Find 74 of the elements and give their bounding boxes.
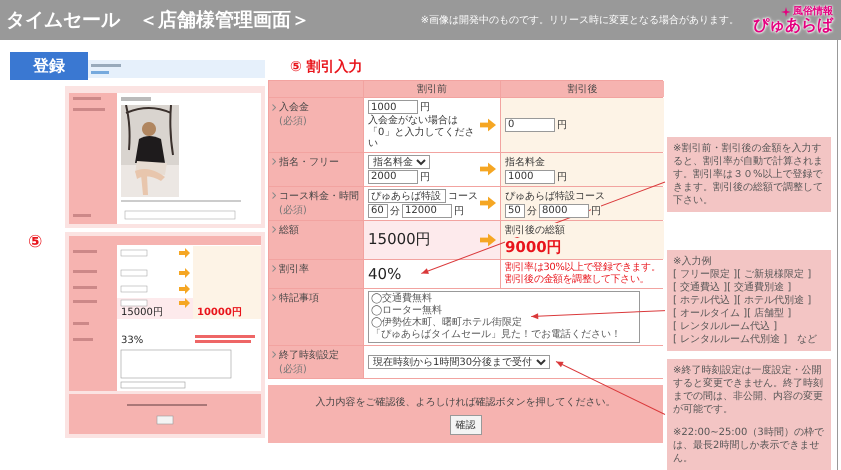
notice-text: ※画像は開発中のものです。リリース時に変更となる場合があります。	[420, 14, 739, 27]
unit-label: 円	[420, 170, 430, 184]
logo-name: ぴゅあらば	[753, 17, 833, 33]
unit-label: 円	[454, 204, 464, 218]
note-text: [ ホテル代込 ][ ホテル代別途 ]	[673, 294, 812, 307]
note-text: [ オールタイム ][ 店舗型 ]	[673, 307, 792, 320]
field-text: 指名料金	[505, 154, 545, 168]
note-text: [ 交通費込 ][ 交通費別途 ]	[673, 281, 792, 294]
unit-label: コース	[448, 190, 478, 202]
arrow-icon	[480, 162, 496, 176]
amount-text: 40%	[368, 264, 402, 282]
unit-label: 分	[527, 204, 537, 218]
text-input[interactable]: 8000	[539, 204, 589, 218]
arrow-icon	[480, 118, 496, 132]
text-input[interactable]: 2000	[368, 170, 418, 184]
chevron-icon	[272, 351, 276, 358]
note-text: [ レンタルルーム代別途 ] など	[673, 333, 818, 346]
unit-label: 円	[591, 204, 601, 218]
chevron-icon	[272, 192, 276, 199]
field-label: 割引率	[279, 262, 309, 276]
field-text: ぴゅあらば特設コース	[505, 188, 605, 202]
unit-label: 分	[390, 204, 400, 218]
chevron-icon	[272, 294, 276, 301]
text-input[interactable]: 1000	[505, 170, 555, 184]
text-input[interactable]: 50	[505, 204, 525, 218]
chevron-icon	[272, 158, 276, 165]
note-text: [ フリー限定 ][ ご新規様限定 ]	[673, 268, 812, 281]
discounted-amount: 9000円	[505, 238, 562, 256]
unit-label: 円	[557, 118, 567, 132]
required-label: (必須)	[279, 114, 307, 128]
total-amount: 15000円	[121, 307, 163, 318]
text-input[interactable]: 12000	[402, 204, 452, 218]
section-title: ⑤ 割引入力	[290, 58, 364, 76]
step-marker: ⑤	[28, 232, 42, 252]
dropdown[interactable]: 現在時刻から1時間30分後まで受付	[368, 354, 550, 368]
chevron-icon	[272, 226, 276, 233]
field-label: 入会金	[279, 100, 309, 114]
note-text: ※22:00~25:00（3時間）の枠では、最長2時間しか表示できません。	[673, 426, 825, 465]
arrow-icon	[480, 196, 496, 210]
chevron-icon	[272, 265, 276, 272]
amount-text: 15000円	[368, 230, 431, 249]
hint-text: 入会金がない場合は「0」と入力してください	[368, 115, 476, 150]
note-text: ※入力例	[673, 255, 712, 268]
chevron-icon	[272, 104, 276, 110]
text-input[interactable]: ぴゅあらば特設	[368, 188, 446, 202]
confirm-button[interactable]: 確認	[450, 414, 482, 434]
instruction-text: 入力内容をご確認後、よろしければ確認ボタンを押してください。	[316, 396, 616, 408]
logo-tagline: 風俗情報	[793, 7, 833, 17]
unit-label: 円	[420, 101, 430, 114]
arrow-icon	[480, 232, 496, 246]
sparkle-icon	[781, 7, 791, 17]
text-input[interactable]: 0	[505, 118, 555, 132]
discount-rate: 33%	[121, 335, 144, 346]
dropdown[interactable]: 指名料金	[368, 154, 430, 168]
field-label: 終了時刻設定	[279, 348, 339, 362]
field-label: コース料金・時間	[279, 190, 359, 202]
text-area[interactable]: ◯交通費無料 ◯ローター無料 ◯伊勢佐木町、曙町ホテル街限定 「ぴゅあらばタイムセール」見た！でお電話ください！	[368, 290, 640, 342]
column-header: 割引後	[501, 81, 664, 97]
field-label: 指名・フリー	[279, 156, 339, 168]
field-label: 特記事項	[279, 292, 319, 304]
column-header: 割引前	[364, 81, 500, 97]
required-label: (必須)	[279, 362, 307, 376]
unit-label: 円	[557, 170, 567, 184]
note-text: ※割引前・割引後の金額を入力すると、割引率が自動で計算されます。割引率は３０%以上で登録できます。割引後の総額で調整して下さい。	[673, 142, 824, 207]
field-text: 割引後の総額	[505, 222, 565, 236]
page-title: タイムセール ＜店舗様管理画面＞	[6, 8, 310, 33]
note-text: ※終了時刻設定は一度設定・公開すると変更できません。終了時刻までの間は、非公開、内容の変更が可能です。	[673, 364, 824, 416]
field-label: 総額	[279, 224, 299, 236]
note-text: [ レンタルルーム代込 ]	[673, 320, 778, 333]
text-input[interactable]: 60	[368, 204, 388, 218]
section-badge: 登録	[10, 52, 88, 80]
discounted-amount: 10000円	[197, 307, 242, 318]
text-input[interactable]: 1000	[368, 100, 418, 114]
required-label: (必須)	[279, 204, 307, 216]
